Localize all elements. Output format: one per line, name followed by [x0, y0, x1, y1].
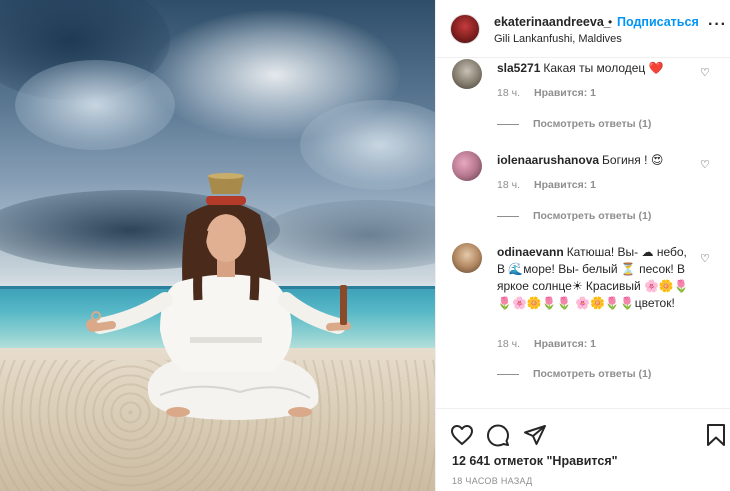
author-avatar[interactable]	[450, 14, 480, 44]
comment-meta: 18 ч. Нравится: 1	[497, 179, 596, 191]
view-replies-button[interactable]: Посмотреть ответы (1)	[497, 368, 651, 380]
separator-dot: •	[608, 15, 613, 29]
commenter-avatar[interactable]	[452, 243, 482, 273]
likes-count[interactable]: 12 641 отметок "Нравится"	[452, 454, 618, 468]
comment-time[interactable]: 18 ч.	[497, 179, 520, 191]
more-options-icon[interactable]: ···	[708, 17, 727, 33]
comment-text: odinaevann Катюша! Вы- ☁ небо, В 🌊море! В…	[497, 244, 692, 312]
woman-meditating	[86, 173, 351, 420]
heart-icon[interactable]	[450, 423, 474, 447]
view-replies-button[interactable]: Посмотреть ответы (1)	[497, 210, 651, 222]
post-location[interactable]: Gili Lankanfushi, Maldives	[494, 33, 622, 45]
post-time[interactable]: 18 ЧАСОВ НАЗАД	[452, 476, 533, 486]
comment-like-icon[interactable]: ♡	[700, 158, 710, 171]
view-replies-label: Посмотреть ответы (1)	[533, 118, 652, 130]
comment-like-icon[interactable]: ♡	[700, 66, 710, 79]
post-photo[interactable]	[0, 0, 435, 491]
comments-list[interactable]: sla5271 Какая ты молодец ❤️ ♡ 18 ч. Нравит…	[436, 59, 730, 408]
share-icon[interactable]	[523, 423, 547, 447]
view-replies-label: Посмотреть ответы (1)	[533, 210, 652, 222]
comment-emoji: ❤️	[648, 61, 664, 75]
replies-line	[497, 215, 519, 217]
comment-text: sla5271 Какая ты молодец ❤️	[497, 60, 697, 77]
comment-icon[interactable]	[486, 423, 510, 447]
view-replies-button[interactable]: Посмотреть ответы (1)	[497, 118, 651, 130]
commenter-avatar[interactable]	[452, 151, 482, 181]
replies-line	[497, 373, 519, 375]
comment-text: iolenaarushanova Богиня ! 😍	[497, 152, 697, 169]
replies-line	[497, 123, 519, 125]
comment-body: Какая ты молодец	[543, 61, 646, 75]
comment-meta: 18 ч. Нравится: 1	[497, 338, 596, 350]
follow-button[interactable]: Подписаться	[617, 15, 699, 29]
comment-likes[interactable]: Нравится: 1	[534, 87, 596, 99]
comment-meta: 18 ч. Нравится: 1	[497, 87, 596, 99]
author-username[interactable]: ekaterinaandreeva_	[494, 15, 611, 29]
bookmark-icon[interactable]	[704, 423, 728, 447]
comment-likes[interactable]: Нравится: 1	[534, 179, 596, 191]
commenter-username[interactable]: odinaevann	[497, 245, 564, 259]
commenter-avatar[interactable]	[452, 59, 482, 89]
commenter-username[interactable]: sla5271	[497, 61, 540, 75]
comment-time[interactable]: 18 ч.	[497, 338, 520, 350]
comment-like-icon[interactable]: ♡	[700, 252, 710, 265]
post-sidebar: ekaterinaandreeva_ • Подписаться Gili La…	[435, 0, 730, 491]
comment-body: Богиня !	[602, 153, 648, 167]
commenter-username[interactable]: iolenaarushanova	[497, 153, 599, 167]
comment-emoji: 😍	[650, 153, 664, 167]
post-header: ekaterinaandreeva_ • Подписаться Gili La…	[436, 0, 730, 58]
view-replies-label: Посмотреть ответы (1)	[533, 368, 652, 380]
comment-time[interactable]: 18 ч.	[497, 87, 520, 99]
comment-likes[interactable]: Нравится: 1	[534, 338, 596, 350]
